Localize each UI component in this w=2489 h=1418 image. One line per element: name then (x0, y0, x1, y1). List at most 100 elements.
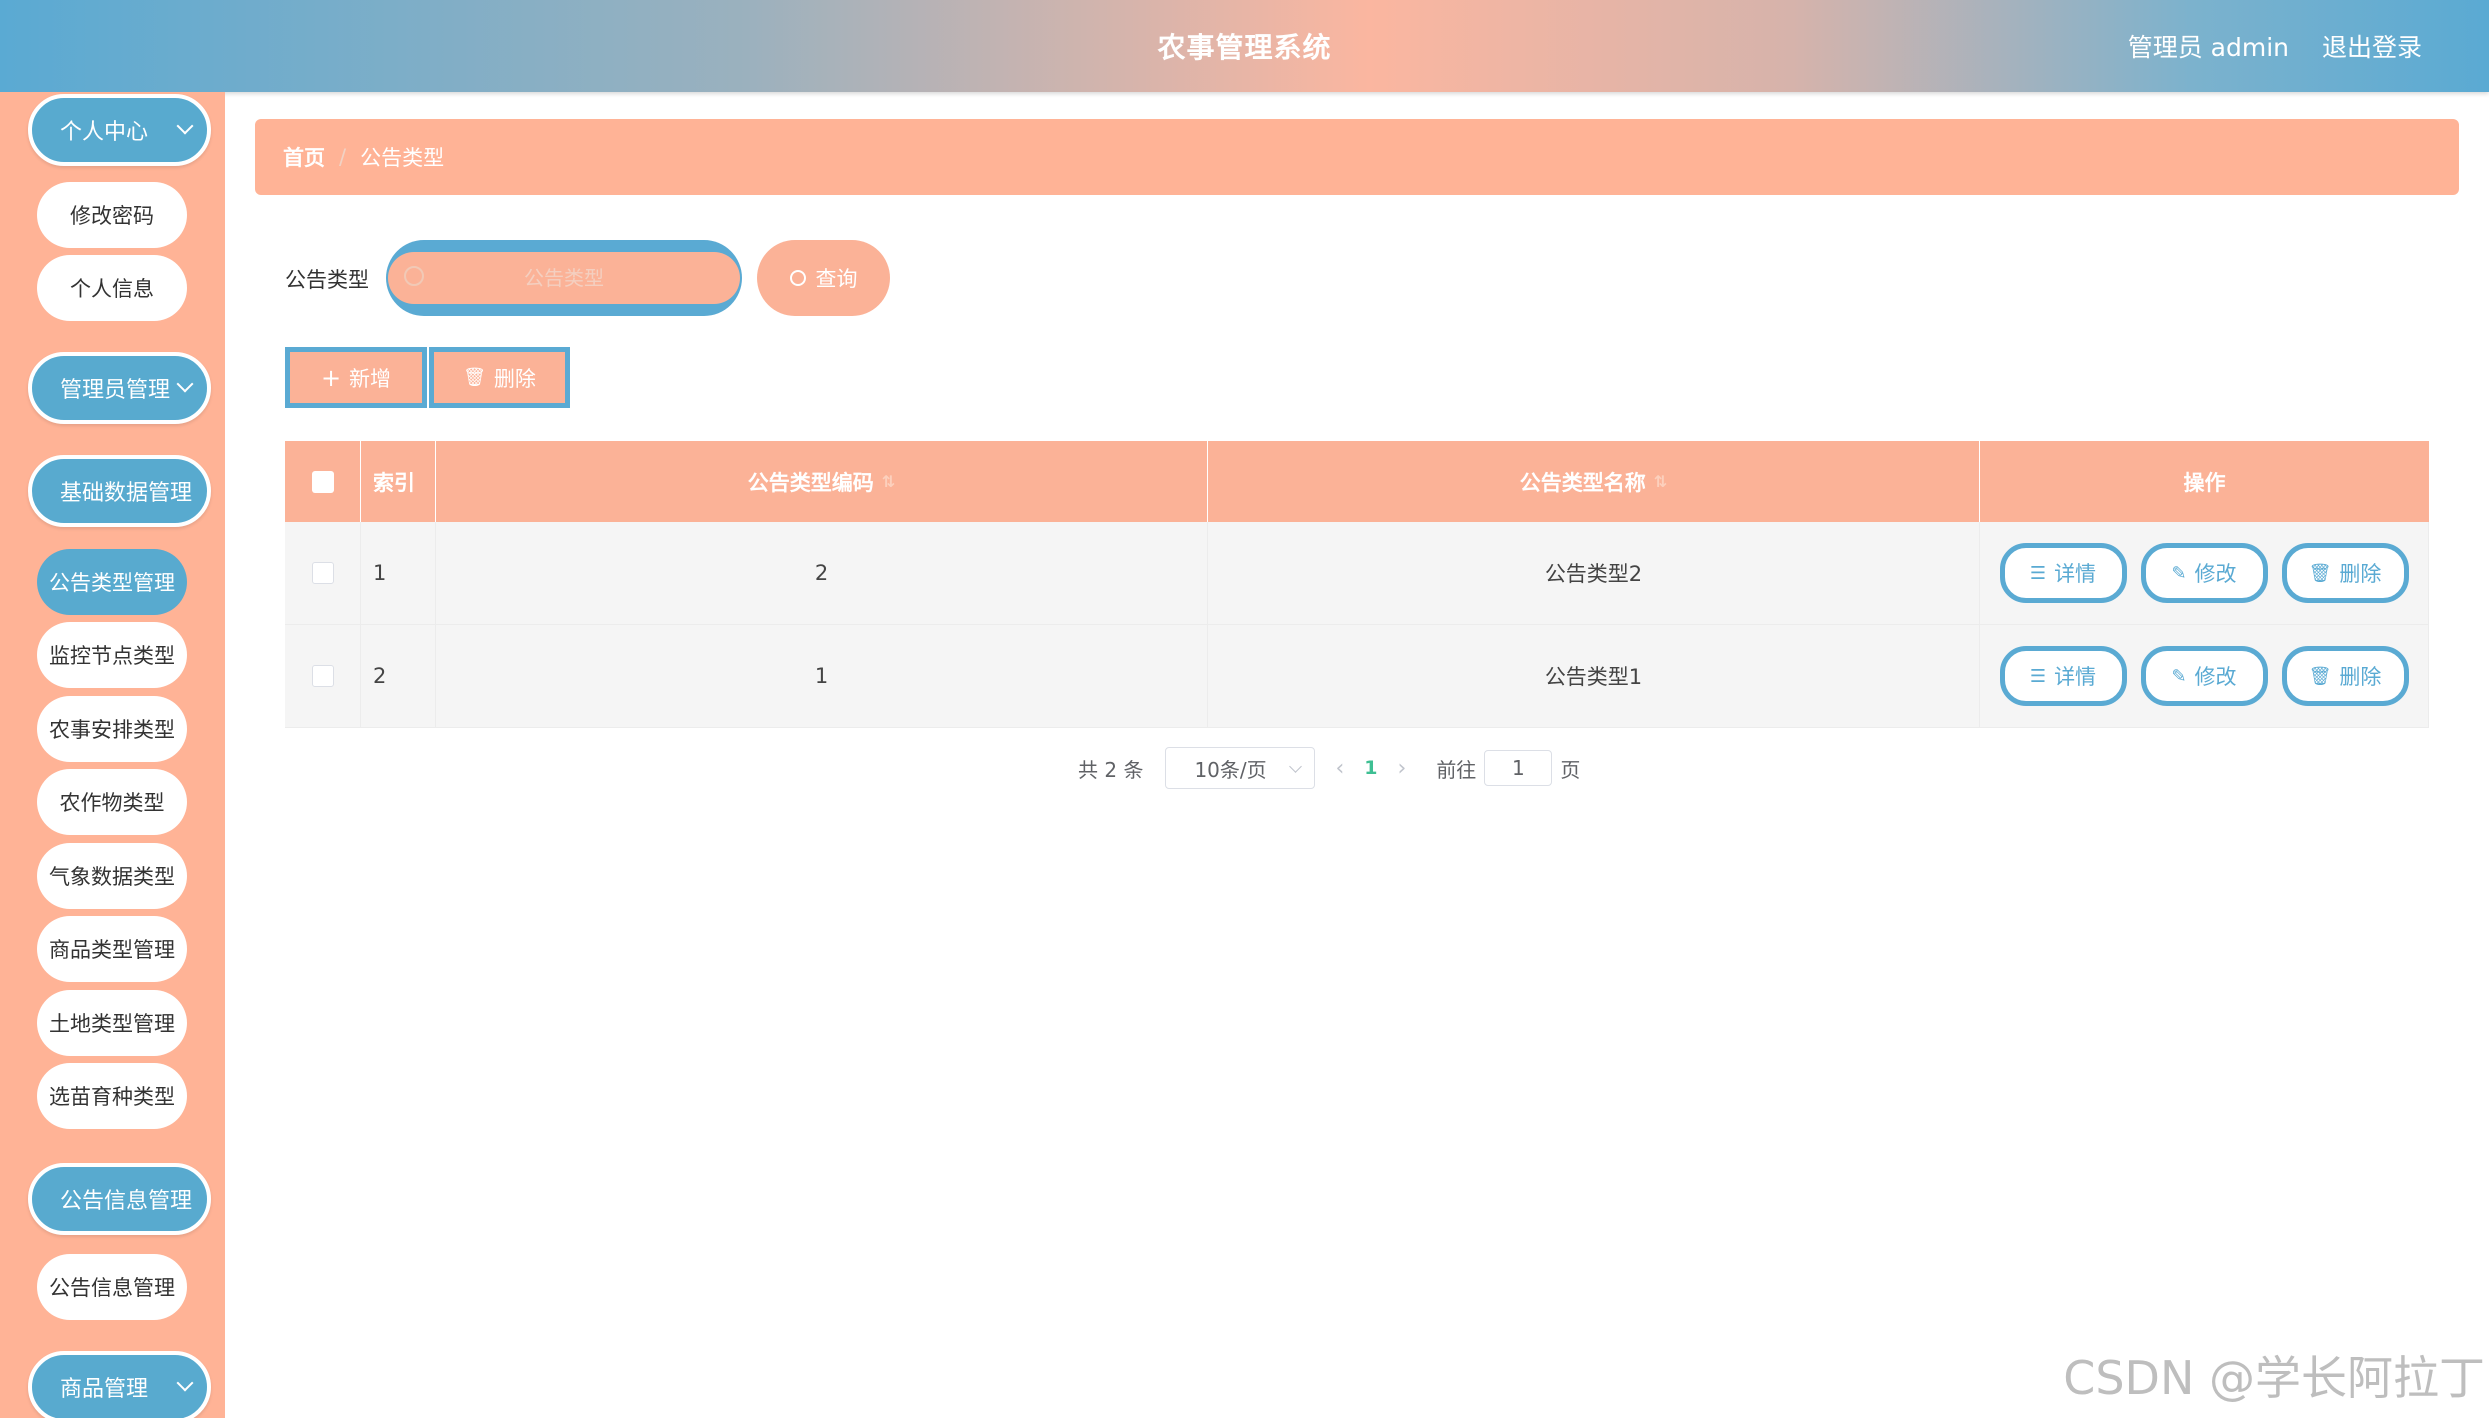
menu-group-base-data[interactable]: 基础数据管理 (28, 455, 211, 527)
menu-group-label: 商品管理 (60, 1377, 149, 1402)
breadcrumb-current: 公告类型 (360, 146, 445, 170)
search-input-inner (388, 252, 740, 304)
chevron-down-icon (176, 1374, 194, 1392)
menu-group-notice[interactable]: 公告信息管理 (28, 1163, 211, 1235)
row-code: 1 (436, 625, 1208, 727)
trash-icon: 🗑 (2308, 665, 2332, 687)
goto-page-input[interactable]: 1 (1484, 750, 1553, 786)
sort-icon[interactable]: ⇅ (1654, 472, 1667, 491)
menu-item-farm-schedule-type[interactable]: 农事安排类型 (37, 696, 187, 762)
chevron-down-icon (176, 117, 194, 135)
table-row: 2 1 公告类型1 ☰ 详情 ✎ 修改 🗑 删除 (285, 625, 2429, 728)
logout-button[interactable]: 退出登录 (2322, 28, 2422, 64)
delete-button[interactable]: 🗑 删除 (2281, 543, 2409, 603)
watermark: CSDN @学长阿拉丁 (2063, 1351, 2485, 1405)
sidebar: 个人中心 修改密码 个人信息 管理员管理 基础数据管理 公告类型管理 监控节点类… (0, 92, 225, 1418)
menu-item-land-type[interactable]: 土地类型管理 (37, 990, 187, 1056)
row-name: 公告类型2 (1208, 522, 1980, 624)
menu-group-label: 管理员管理 (60, 378, 171, 403)
menu-item-weather-type[interactable]: 气象数据类型 (37, 843, 187, 909)
trash-icon: 🗑 (463, 367, 486, 388)
header-name[interactable]: 公告类型名称 ⇅ (1208, 441, 1980, 522)
add-button[interactable]: + 新增 (285, 347, 427, 408)
detail-button[interactable]: ☰ 详情 (1999, 646, 2127, 706)
search-input-wrapper (386, 240, 742, 316)
top-header: 农事管理系统 管理员 admin 退出登录 (0, 0, 2489, 92)
notice-type-table: 索引 公告类型编码 ⇅ 公告类型名称 ⇅ 操作 1 2 公告类型2 ☰ 详情 ✎ 修改 … (285, 441, 2429, 728)
trash-icon: 🗑 (2308, 562, 2332, 584)
breadcrumb-home[interactable]: 首页 (283, 142, 325, 172)
menu-item-monitor-node-type[interactable]: 监控节点类型 (37, 622, 187, 688)
detail-label: 详情 (2054, 665, 2097, 689)
pagination: 共 2 条 10条/页 ‹ 1 › 前往 1 页 (1078, 747, 1580, 789)
edit-button[interactable]: ✎ 修改 (2140, 543, 2268, 603)
edit-icon: ✎ (2171, 665, 2187, 687)
pagination-total: 共 2 条 (1078, 757, 1144, 782)
detail-label: 详情 (2054, 562, 2097, 586)
sort-icon[interactable]: ⇅ (882, 472, 895, 491)
page-size-select[interactable]: 10条/页 (1165, 747, 1316, 789)
page-size-value: 10条/页 (1194, 757, 1267, 782)
row-index: 2 (361, 625, 436, 727)
header-index: 索引 (361, 441, 436, 522)
next-page-icon[interactable]: › (1398, 756, 1407, 781)
current-user: 管理员 admin (2127, 33, 2289, 62)
row-ops: ☰ 详情 ✎ 修改 🗑 删除 (1980, 625, 2429, 727)
row-checkbox-cell (285, 625, 361, 727)
delete-label: 删除 (2339, 562, 2382, 586)
menu-group-goods[interactable]: 商品管理 (28, 1351, 211, 1418)
edit-label: 修改 (2194, 562, 2237, 586)
chevron-down-icon (176, 375, 194, 393)
search-label: 公告类型 (285, 268, 369, 292)
detail-button[interactable]: ☰ 详情 (1999, 543, 2127, 603)
edit-button[interactable]: ✎ 修改 (2140, 646, 2268, 706)
menu-item-goods-type[interactable]: 商品类型管理 (37, 916, 187, 982)
menu-item-seedling-type[interactable]: 选苗育种类型 (37, 1063, 187, 1129)
delete-label: 删除 (2339, 665, 2382, 689)
header-name-label: 公告类型名称 (1519, 470, 1646, 495)
current-page[interactable]: 1 (1364, 757, 1377, 779)
menu-item-notice-info[interactable]: 公告信息管理 (37, 1254, 187, 1320)
search-icon (789, 270, 806, 286)
plus-icon: + (320, 363, 342, 392)
header-checkbox-cell (285, 441, 361, 522)
select-all-checkbox[interactable] (311, 470, 334, 493)
table-header: 索引 公告类型编码 ⇅ 公告类型名称 ⇅ 操作 (285, 441, 2429, 522)
chevron-down-icon (1289, 760, 1303, 773)
document-icon: ☰ (2029, 665, 2047, 687)
menu-group-personal[interactable]: 个人中心 (28, 94, 211, 166)
header-code[interactable]: 公告类型编码 ⇅ (436, 441, 1208, 522)
menu-item-crop-type[interactable]: 农作物类型 (37, 769, 187, 835)
goto-label: 前往 (1436, 757, 1477, 782)
query-button-label: 查询 (815, 267, 858, 291)
delete-button[interactable]: 🗑 删除 (2281, 646, 2409, 706)
app-title: 农事管理系统 (1157, 31, 1332, 64)
menu-item-notice-type[interactable]: 公告类型管理 (37, 549, 187, 615)
row-ops: ☰ 详情 ✎ 修改 🗑 删除 (1980, 522, 2429, 624)
menu-group-admin[interactable]: 管理员管理 (28, 352, 211, 424)
prev-page-icon[interactable]: ‹ (1335, 756, 1344, 781)
header-ops: 操作 (2183, 470, 2226, 495)
batch-delete-label: 删除 (493, 366, 536, 391)
edit-label: 修改 (2194, 665, 2237, 689)
document-icon: ☰ (2029, 562, 2047, 584)
menu-item-change-password[interactable]: 修改密码 (37, 182, 187, 248)
page-unit: 页 (1560, 757, 1581, 782)
row-checkbox[interactable] (311, 562, 334, 584)
query-button[interactable]: 查询 (757, 240, 890, 316)
search-input[interactable] (388, 252, 740, 304)
row-code: 2 (436, 522, 1208, 624)
row-name: 公告类型1 (1208, 625, 1980, 727)
breadcrumb: 首页 / 公告类型 (255, 119, 2459, 195)
breadcrumb-separator: / (339, 145, 347, 169)
row-checkbox-cell (285, 522, 361, 624)
table-row: 1 2 公告类型2 ☰ 详情 ✎ 修改 🗑 删除 (285, 522, 2429, 625)
menu-item-profile[interactable]: 个人信息 (37, 255, 187, 321)
header-code-label: 公告类型编码 (747, 470, 874, 495)
batch-delete-button[interactable]: 🗑 删除 (429, 347, 570, 408)
row-checkbox[interactable] (311, 665, 334, 687)
add-button-label: 新增 (349, 366, 392, 391)
row-index: 1 (361, 522, 436, 624)
menu-group-label: 公告信息管理 (60, 1189, 193, 1214)
menu-group-label: 基础数据管理 (60, 481, 193, 506)
